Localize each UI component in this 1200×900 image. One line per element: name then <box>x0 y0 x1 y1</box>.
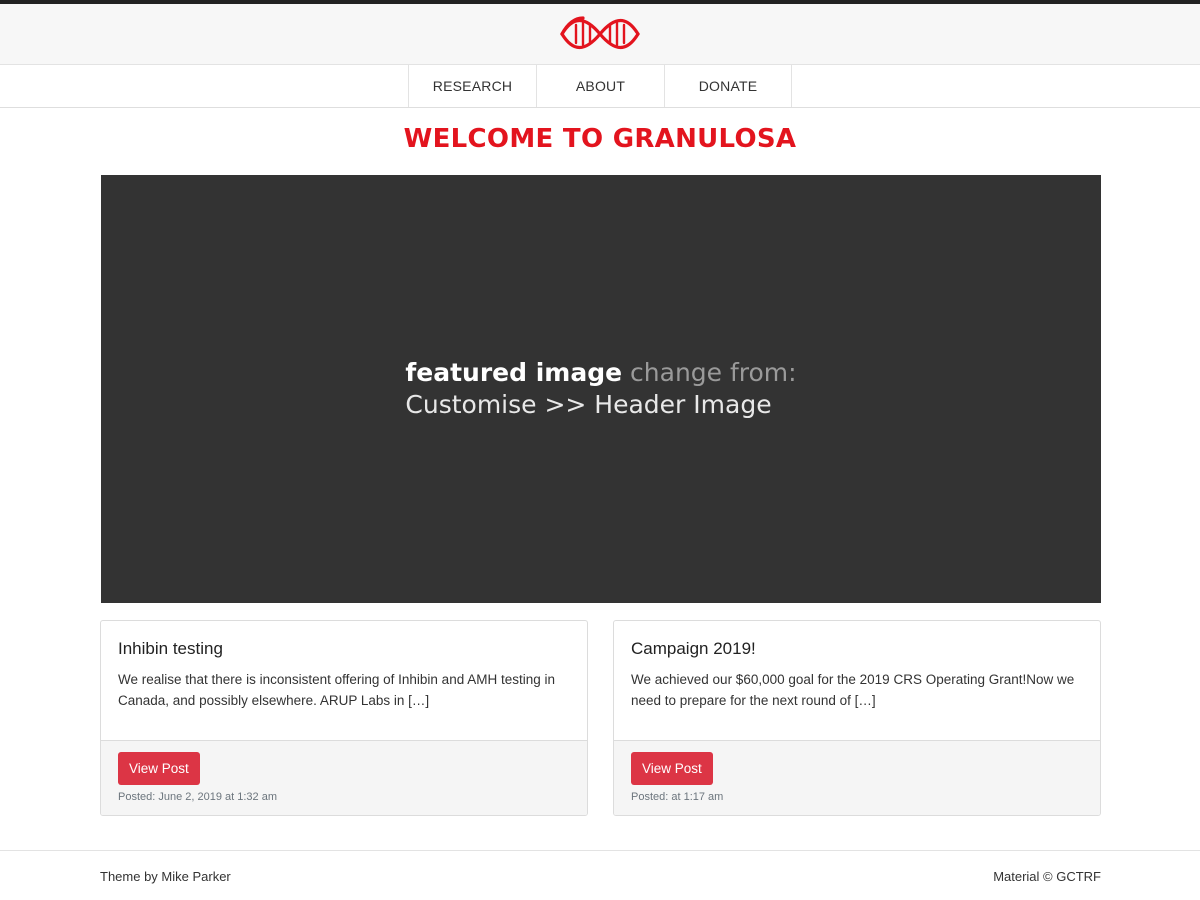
post-title: Inhibin testing <box>118 639 223 658</box>
post-card: Campaign 2019! We achieved our $60,000 g… <box>613 620 1101 816</box>
post-date: Posted: June 2, 2019 at 1:32 am <box>118 791 278 803</box>
hero-instruction-text: Customise >> Header Image <box>405 390 772 419</box>
page-title: WELCOME TO GRANULOSA <box>403 124 797 154</box>
dna-icon[interactable] <box>559 13 641 55</box>
brand-bar <box>0 4 1200 65</box>
main-nav: RESEARCH ABOUT DONATE <box>0 65 1200 108</box>
view-post-button[interactable]: View Post <box>631 752 713 785</box>
nav-item-research[interactable]: RESEARCH <box>408 65 536 107</box>
nav-item-donate[interactable]: DONATE <box>664 65 792 107</box>
post-excerpt: We realise that there is inconsistent of… <box>118 672 555 708</box>
post-card-body: Campaign 2019! We achieved our $60,000 g… <box>614 621 1100 741</box>
footer-divider <box>0 850 1200 851</box>
post-title: Campaign 2019! <box>631 639 756 658</box>
post-card-body: Inhibin testing We realise that there is… <box>101 621 587 741</box>
nav-item-about[interactable]: ABOUT <box>536 65 664 107</box>
footer-copyright: Material © GCTRF <box>993 869 1101 884</box>
footer-credit: Theme by Mike Parker <box>100 869 231 884</box>
post-card-footer: View Post Posted: at 1:17 am <box>614 741 1100 815</box>
post-excerpt: We achieved our $60,000 goal for the 201… <box>631 672 1075 708</box>
post-card-footer: View Post Posted: June 2, 2019 at 1:32 a… <box>101 741 587 815</box>
post-card: Inhibin testing We realise that there is… <box>100 620 588 816</box>
post-date: Posted: at 1:17 am <box>631 791 724 803</box>
hero-bold-text: featured image <box>405 358 623 387</box>
featured-image-placeholder-text: featured image change from: Customise >>… <box>405 357 796 421</box>
featured-image: featured image change from: Customise >>… <box>101 175 1101 603</box>
hero-light-text: change from: <box>630 358 797 387</box>
view-post-button[interactable]: View Post <box>118 752 200 785</box>
